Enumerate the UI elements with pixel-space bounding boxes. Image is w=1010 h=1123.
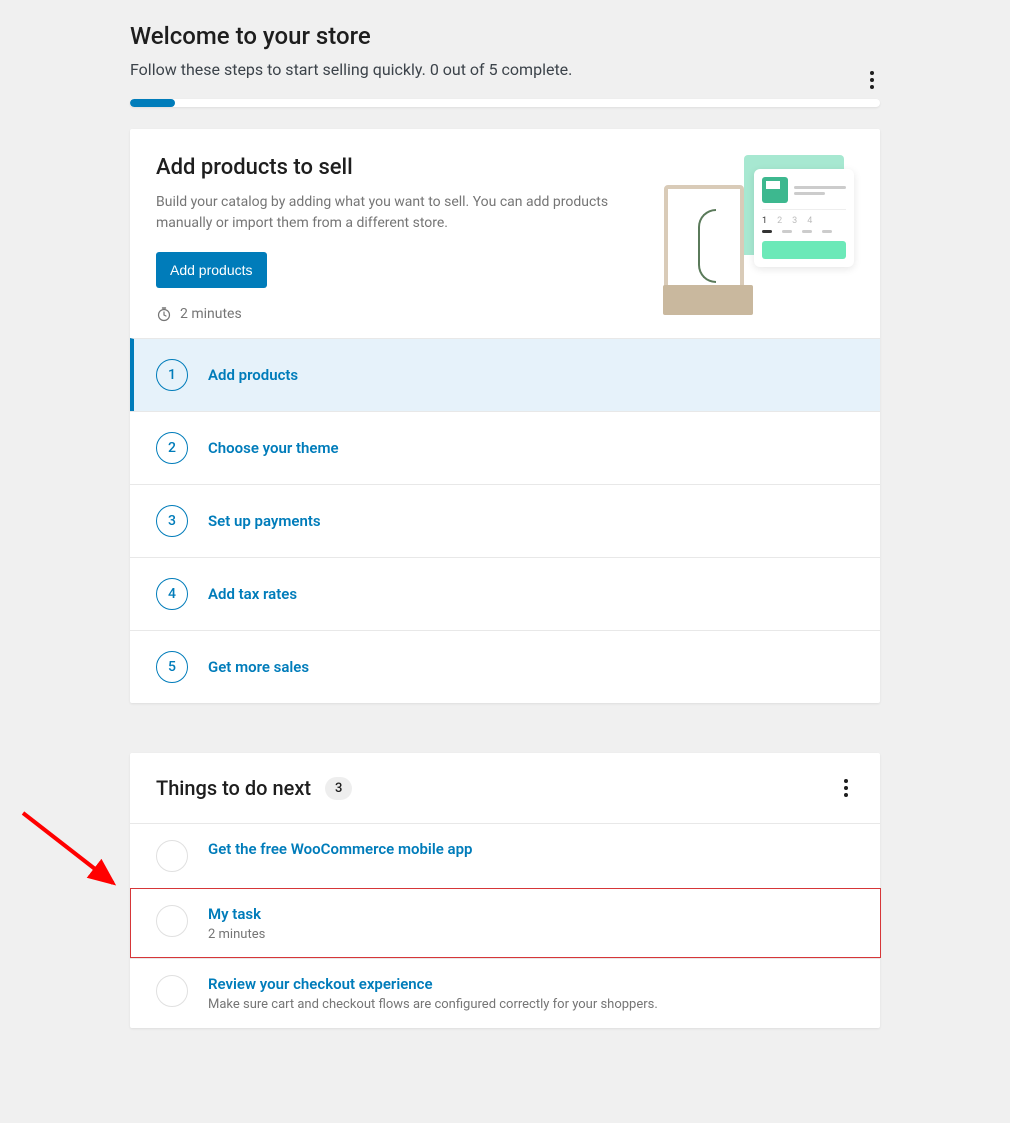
todo-count-badge: 3 xyxy=(325,777,352,800)
hero-title: Add products to sell xyxy=(156,155,644,180)
add-products-button[interactable]: Add products xyxy=(156,252,267,288)
hero-description: Build your catalog by adding what you wa… xyxy=(156,192,644,234)
step-item[interactable]: 4 Add tax rates xyxy=(130,557,880,630)
step-label: Get more sales xyxy=(208,658,309,676)
todo-check-icon[interactable] xyxy=(156,905,188,937)
step-label: Add tax rates xyxy=(208,585,297,603)
step-number: 5 xyxy=(156,651,188,683)
kebab-icon xyxy=(870,71,874,75)
hero-illustration: 1234 xyxy=(664,155,854,315)
todo-item[interactable]: Review your checkout experience Make sure… xyxy=(130,958,880,1028)
todo-item[interactable]: My task 2 minutes xyxy=(130,888,880,958)
setup-card: Add products to sell Build your catalog … xyxy=(130,129,880,703)
progress-bar xyxy=(130,99,880,107)
step-item[interactable]: 5 Get more sales xyxy=(130,630,880,703)
todo-item-subtitle: 2 minutes xyxy=(208,927,265,942)
time-estimate: 2 minutes xyxy=(180,306,242,322)
annotation-arrow-icon xyxy=(18,808,128,908)
page-title: Welcome to your store xyxy=(130,22,371,50)
todo-item-title: Review your checkout experience xyxy=(208,975,658,993)
step-number: 4 xyxy=(156,578,188,610)
step-number: 2 xyxy=(156,432,188,464)
todo-title: Things to do next xyxy=(156,776,311,800)
todo-item-title: Get the free WooCommerce mobile app xyxy=(208,840,472,858)
todo-item[interactable]: Get the free WooCommerce mobile app xyxy=(130,823,880,888)
options-menu-button[interactable] xyxy=(864,65,880,95)
page-subtitle: Follow these steps to start selling quic… xyxy=(130,60,572,79)
step-number: 1 xyxy=(156,359,188,391)
step-item[interactable]: 2 Choose your theme xyxy=(130,411,880,484)
step-label: Choose your theme xyxy=(208,439,339,457)
kebab-icon xyxy=(844,779,848,783)
step-label: Add products xyxy=(208,366,298,384)
step-label: Set up payments xyxy=(208,512,321,530)
step-item[interactable]: 1 Add products xyxy=(130,338,880,411)
stopwatch-icon xyxy=(156,306,172,322)
todo-check-icon[interactable] xyxy=(156,840,188,872)
todo-item-subtitle: Make sure cart and checkout flows are co… xyxy=(208,997,658,1012)
todo-item-title: My task xyxy=(208,905,265,923)
todo-options-menu-button[interactable] xyxy=(838,773,854,803)
step-item[interactable]: 3 Set up payments xyxy=(130,484,880,557)
progress-fill xyxy=(130,99,175,107)
todo-check-icon[interactable] xyxy=(156,975,188,1007)
todo-card: Things to do next 3 Get the free WooComm… xyxy=(130,753,880,1028)
step-number: 3 xyxy=(156,505,188,537)
